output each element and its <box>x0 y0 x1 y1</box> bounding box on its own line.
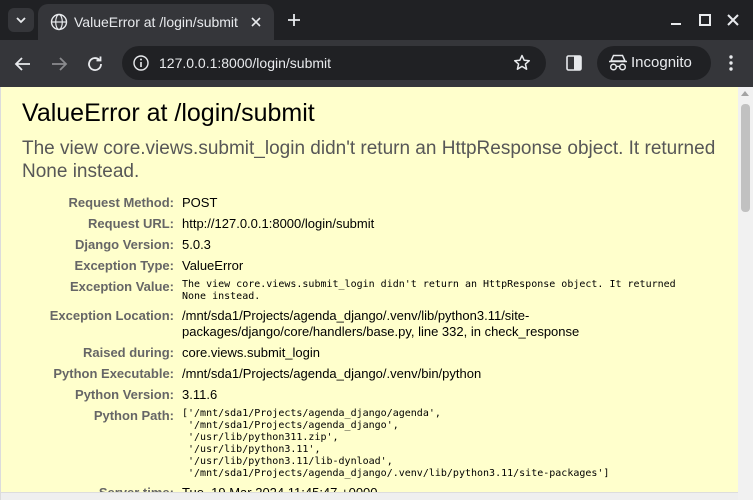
vertical-scrollbar[interactable] <box>738 87 753 500</box>
star-icon[interactable] <box>512 53 532 73</box>
row-label: Exception Location: <box>49 308 174 323</box>
row-label: Request Method: <box>68 195 174 210</box>
url-text[interactable]: 127.0.0.1:8000/login/submit <box>159 54 331 72</box>
toolbar: 127.0.0.1:8000/login/submit Incognito <box>0 40 753 87</box>
row-value: POST <box>182 195 218 210</box>
active-tab[interactable]: ValueError at /login/submit <box>38 4 274 40</box>
row-label: Python Version: <box>75 387 174 402</box>
row-value: /mnt/sda1/Projects/agenda_django/.venv/b… <box>182 366 482 381</box>
table-row: Exception Location: /mnt/sda1/Projects/a… <box>22 306 710 343</box>
table-row: Django Version: 5.0.3 <box>22 235 710 256</box>
table-row: Exception Type: ValueError <box>22 256 710 277</box>
table-row: Request Method: POST <box>22 193 710 214</box>
table-row: Request URL: http://127.0.0.1:8000/login… <box>22 214 710 235</box>
incognito-icon <box>609 54 627 71</box>
row-label: Request URL: <box>88 216 174 231</box>
exception-value: The view core.views.submit_login didn't … <box>182 279 676 302</box>
minimize-icon[interactable] <box>664 8 688 32</box>
row-label: Exception Type: <box>74 258 174 273</box>
plus-icon[interactable] <box>282 8 306 32</box>
next-section-edge <box>1 492 738 500</box>
forward-icon[interactable] <box>47 52 71 76</box>
maximize-icon[interactable] <box>693 8 717 32</box>
request-meta-table: Request Method: POST Request URL: http:/… <box>22 193 710 500</box>
row-label: Python Executable: <box>53 366 174 381</box>
scroll-up-arrow-icon[interactable] <box>741 91 749 96</box>
python-path: ['/mnt/sda1/Projects/agenda_django/agend… <box>182 408 610 479</box>
incognito-label: Incognito <box>631 54 692 71</box>
row-value: http://127.0.0.1:8000/login/submit <box>182 216 375 231</box>
scrollbar-thumb[interactable] <box>741 104 750 212</box>
row-label: Django Version: <box>75 237 174 252</box>
side-panel-icon[interactable] <box>563 52 585 74</box>
table-row: Python Version: 3.11.6 <box>22 385 710 406</box>
reload-icon[interactable] <box>83 52 107 76</box>
page-content: ValueError at /login/submit The view cor… <box>0 87 738 500</box>
row-value: 5.0.3 <box>182 237 211 252</box>
window-close-icon[interactable] <box>721 8 745 32</box>
row-label: Raised during: <box>82 345 174 360</box>
row-value: /mnt/sda1/Projects/agenda_django/.venv/l… <box>182 308 580 339</box>
row-label: Exception Value: <box>69 279 174 294</box>
close-icon[interactable] <box>248 14 264 30</box>
row-value: core.views.submit_login <box>182 345 321 360</box>
menu-icon[interactable] <box>721 52 741 74</box>
incognito-button[interactable]: Incognito <box>597 46 711 80</box>
error-summary: The view core.views.submit_login didn't … <box>22 138 716 182</box>
info-icon[interactable] <box>132 54 150 72</box>
tab-title: ValueError at /login/submit <box>74 14 238 30</box>
row-value: 3.11.6 <box>182 387 218 402</box>
tab-strip: ValueError at /login/submit <box>0 0 753 40</box>
row-value: ValueError <box>182 258 244 273</box>
address-bar[interactable]: 127.0.0.1:8000/login/submit <box>122 46 546 80</box>
table-row: Exception Value: The view core.views.sub… <box>22 277 710 306</box>
row-label: Python Path: <box>93 408 174 423</box>
table-row: Python Path: ['/mnt/sda1/Projects/agenda… <box>22 406 710 483</box>
globe-icon <box>50 13 68 31</box>
tab-search-icon <box>16 17 26 24</box>
table-row: Python Executable: /mnt/sda1/Projects/ag… <box>22 364 710 385</box>
page-title: ValueError at /login/submit <box>22 99 315 127</box>
table-row: Raised during: core.views.submit_login <box>22 343 710 364</box>
tab-search-button[interactable] <box>8 8 34 32</box>
back-icon[interactable] <box>11 52 35 76</box>
